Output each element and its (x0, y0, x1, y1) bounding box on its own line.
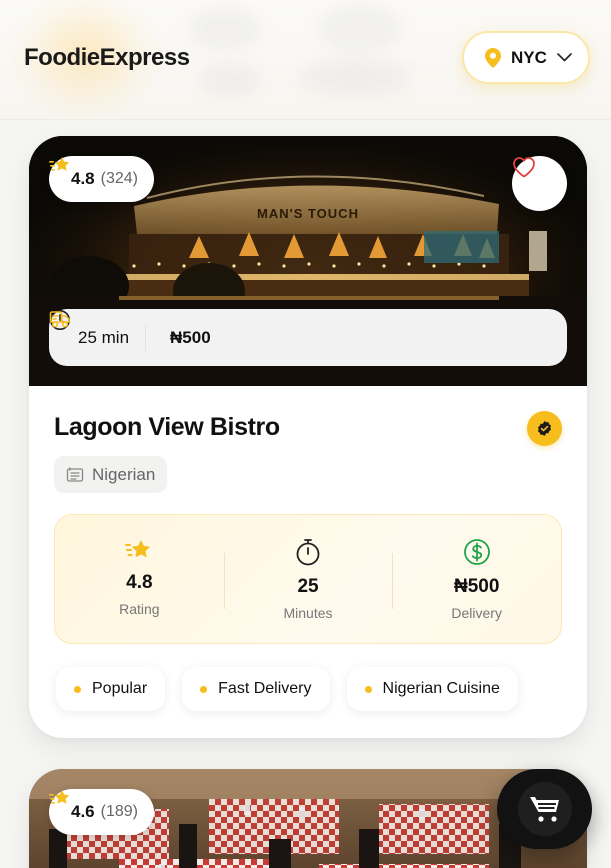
tag-chip[interactable]: Nigerian Cuisine (346, 667, 518, 711)
cuisine-label: Nigerian (92, 464, 156, 484)
cart-button-inner (517, 782, 572, 836)
tag-label: Popular (92, 680, 148, 697)
tag-dot (74, 685, 81, 693)
rating-pill: 4.8 (324) (49, 156, 154, 202)
tag-dot (200, 685, 208, 693)
star-icon (49, 790, 70, 804)
star-icon (125, 540, 151, 558)
favorite-button[interactable] (512, 156, 567, 211)
header-blur-decoration (190, 8, 260, 48)
app-logo[interactable]: FoodieExpress (24, 44, 190, 72)
restaurant-photo: MAN'S TOUCH 4.8 (324) 25 min ₦500 (29, 136, 587, 386)
stat-minutes: 25 Minutes (223, 515, 393, 643)
restaurant-sign-text: MAN'S TOUCH (257, 206, 359, 221)
rating-pill: 4.6 (189) (49, 789, 154, 835)
location-pin-icon (485, 47, 501, 68)
stats-panel: 4.8 Rating 25 Minutes ₦500 Delivery (54, 514, 562, 644)
header-blur-decoration (320, 5, 400, 50)
heart-icon (513, 157, 535, 178)
delivery-info-bar: 25 min ₦500 (49, 309, 567, 366)
chevron-down-icon (557, 53, 572, 62)
delivery-time: 25 min (78, 327, 130, 347)
shopping-cart-icon (529, 797, 559, 822)
stat-value: 4.8 (126, 572, 153, 593)
tag-dot (364, 685, 372, 693)
tag-label: Nigerian Cuisine (382, 680, 500, 697)
restaurant-card[interactable]: MAN'S TOUCH 4.8 (324) 25 min ₦500 Lagoon… (29, 136, 587, 738)
tag-chip[interactable]: Fast Delivery (182, 667, 330, 711)
stat-delivery: ₦500 Delivery (392, 515, 561, 643)
review-count: (324) (100, 170, 138, 187)
restaurant-name[interactable]: Lagoon View Bistro (54, 413, 280, 442)
city-selector-button[interactable]: NYC (462, 31, 590, 84)
cart-button[interactable] (497, 769, 592, 849)
star-icon (49, 157, 70, 171)
stat-value: ₦500 (453, 576, 500, 597)
header-blur-decoration (200, 65, 260, 95)
review-count: (189) (100, 803, 138, 820)
stopwatch-icon (296, 539, 320, 566)
verified-badge (527, 411, 562, 446)
tag-label: Fast Delivery (218, 680, 312, 697)
city-label: NYC (511, 47, 547, 67)
rating-value: 4.6 (71, 802, 95, 821)
stat-label: Rating (119, 601, 160, 617)
rating-value: 4.8 (71, 169, 95, 188)
stat-rating: 4.8 Rating (55, 515, 224, 643)
delivery-fee: ₦500 (170, 327, 211, 347)
tag-chip[interactable]: Popular (56, 667, 166, 711)
dollar-circle-icon (463, 539, 490, 565)
stat-value: 25 (297, 576, 319, 597)
header-blur-decoration (300, 60, 410, 95)
stat-label: Minutes (283, 605, 333, 621)
tag-list: Popular Fast Delivery Nigerian Cuisine (56, 667, 518, 711)
stat-label: Delivery (451, 605, 502, 621)
app-header: FoodieExpress NYC (0, 0, 611, 120)
info-divider (145, 324, 147, 351)
cuisine-chip[interactable]: Nigerian (54, 456, 168, 493)
menu-book-icon (66, 466, 84, 482)
delivery-truck-icon (49, 311, 70, 328)
verified-check-icon (538, 421, 551, 436)
